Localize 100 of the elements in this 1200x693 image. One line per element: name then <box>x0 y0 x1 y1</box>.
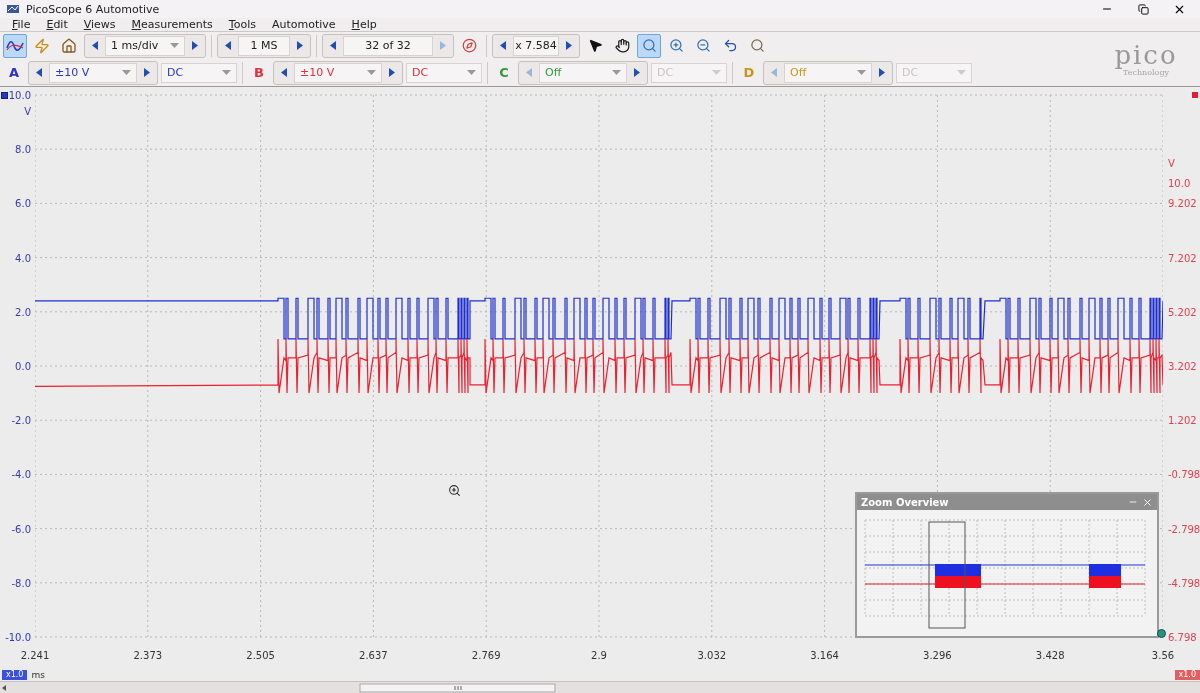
y-axis-label: 10.0 <box>8 89 31 101</box>
left-triangle-icon <box>500 41 506 50</box>
dropdown-arrow-icon <box>712 70 721 75</box>
menu-item[interactable]: Automotive <box>271 18 336 31</box>
x-axis-unit: ms <box>31 670 45 680</box>
close-icon[interactable] <box>1142 496 1153 508</box>
y-axis-unit: V <box>24 105 31 117</box>
samples-field[interactable]: 1 MS <box>238 35 290 56</box>
zoom-cursor-icon <box>448 484 461 497</box>
restore-icon <box>1137 3 1149 15</box>
lightning-icon <box>34 37 50 54</box>
coupling-dropdown[interactable]: DC <box>161 62 237 83</box>
y-scale-tag: x1.0 <box>1174 670 1200 680</box>
y-axis-label: 3.202 <box>1168 360 1197 372</box>
coupling-dropdown[interactable]: DC <box>406 62 482 83</box>
y-axis-label: -2.0 <box>11 414 31 426</box>
y-axis-label: -4.0 <box>11 468 31 480</box>
menu-item[interactable]: Views <box>83 18 116 31</box>
x-axis-label: 3.296 <box>923 650 952 661</box>
magnifier-icon <box>641 38 657 53</box>
y-axis-label: -2.798 <box>1168 523 1200 535</box>
menu-item[interactable]: Tools <box>228 18 256 31</box>
buffer-field[interactable]: 32 of 32 <box>343 35 433 56</box>
home-icon <box>61 37 77 54</box>
dropdown-arrow-icon <box>170 43 179 48</box>
y-axis-label: -0.798 <box>1168 468 1200 480</box>
right-triangle-icon <box>440 41 446 50</box>
x-axis-label: 2.241 <box>20 650 50 661</box>
pointer-icon <box>587 38 603 53</box>
ruler-handle-icon <box>1157 629 1166 639</box>
right-triangle-icon <box>192 41 198 50</box>
waveform-icon <box>6 39 24 52</box>
channel-marker-icon <box>1 92 8 99</box>
dropdown-arrow-icon <box>957 70 966 75</box>
range-dropdown[interactable]: ±10 V <box>49 62 137 83</box>
x-axis-label: 2.769 <box>471 650 501 661</box>
menu-item[interactable]: Help <box>351 18 377 31</box>
channel-label[interactable]: A <box>3 62 25 83</box>
y-axis-label: 10.0 <box>1168 177 1191 189</box>
dropdown-arrow-icon <box>467 70 476 75</box>
x-axis-label: 3.428 <box>1035 650 1065 661</box>
zoom-factor-field[interactable]: x 7.584 <box>513 35 559 56</box>
y-axis-label: 6.798 <box>1168 631 1197 643</box>
zoom-box-button[interactable] <box>637 33 661 58</box>
x-scale-tag: x1.0 <box>2 670 28 680</box>
right-triangle-icon <box>634 68 640 77</box>
y-axis-label: 8.0 <box>15 143 31 155</box>
y-axis-label: 1.202 <box>1168 414 1197 426</box>
y-axis-label: 0.0 <box>15 360 31 372</box>
x-axis-label: 2.637 <box>359 650 388 661</box>
y-axis-label: -4.798 <box>1168 577 1200 589</box>
window-title: PicoScope 6 Automotive <box>26 2 161 16</box>
menu-item[interactable]: File <box>12 18 31 31</box>
right-triangle-icon <box>144 68 150 77</box>
left-triangle-icon <box>225 41 231 50</box>
right-triangle-icon <box>297 41 303 50</box>
zoom-fit-icon <box>749 38 765 53</box>
channel-marker-icon <box>1192 92 1198 98</box>
dropdown-arrow-icon <box>122 70 131 75</box>
menu-item[interactable]: Measurements <box>131 18 213 31</box>
left-triangle-icon <box>36 68 42 77</box>
x-axis-label: 3.56 <box>1151 650 1175 661</box>
left-triangle-icon <box>92 41 98 50</box>
undo-icon <box>722 38 738 53</box>
y-axis-label: 5.202 <box>1168 306 1197 318</box>
y-axis-label: -10.0 <box>5 631 31 643</box>
zoom-out-icon <box>695 38 711 53</box>
scope-button[interactable] <box>3 33 27 58</box>
zoom-in-icon <box>668 38 684 53</box>
dropdown-arrow-icon <box>367 70 376 75</box>
y-axis-label: 4.0 <box>15 252 31 264</box>
left-triangle-icon <box>330 41 336 50</box>
right-triangle-icon <box>389 68 395 77</box>
x-axis-label: 2.373 <box>133 650 163 661</box>
x-axis-label: 3.164 <box>810 650 839 661</box>
app-icon <box>6 3 20 15</box>
logo-text: pico <box>1114 41 1178 68</box>
x-axis-label: 2.9 <box>591 650 607 661</box>
timebase-dropdown[interactable]: 1 ms/div <box>105 35 185 56</box>
range-dropdown[interactable]: ±10 V <box>294 62 382 83</box>
y-axis-label: 2.0 <box>15 306 31 318</box>
y-axis-unit: V <box>1168 157 1175 169</box>
menu-item[interactable]: Edit <box>46 18 68 31</box>
panel-title: Zoom Overview <box>861 496 950 508</box>
left-triangle-icon <box>281 68 287 77</box>
right-triangle-icon <box>879 68 885 77</box>
x-axis-label: 3.032 <box>697 650 727 661</box>
compass-icon <box>461 38 477 53</box>
dropdown-arrow-icon <box>857 70 866 75</box>
logo-subtitle: Technology <box>1122 67 1170 77</box>
channel-label[interactable]: B <box>248 62 270 83</box>
y-axis-label: 7.202 <box>1168 252 1197 264</box>
hand-icon <box>614 38 630 53</box>
y-axis-label: -8.0 <box>11 577 31 589</box>
left-triangle-icon <box>771 68 777 77</box>
y-axis-label: -6.0 <box>11 523 31 535</box>
dropdown-arrow-icon <box>222 70 231 75</box>
right-triangle-icon <box>566 41 572 50</box>
y-axis-label: 9.202 <box>1168 197 1197 209</box>
y-axis-label: 6.0 <box>15 197 31 209</box>
